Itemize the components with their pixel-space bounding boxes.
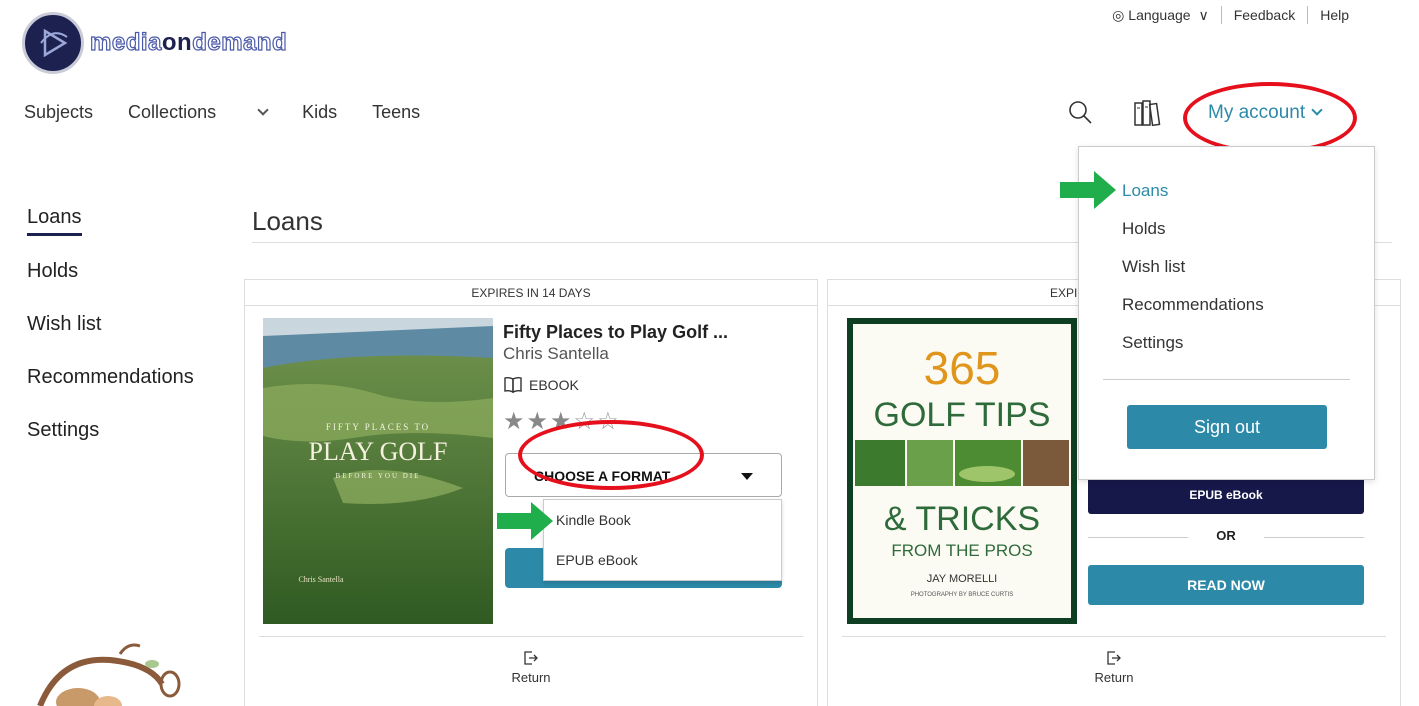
feedback-link[interactable]: Feedback [1220,6,1307,24]
cover-line1: FIFTY PLACES TO [326,422,430,432]
return-button[interactable]: Return [245,650,817,685]
main-nav: Subjects Collections Kids Teens [24,102,455,123]
return-icon [524,651,538,665]
book-cover[interactable]: FIFTY PLACES TO PLAY GOLF BEFORE YOU DIE… [263,318,493,624]
format-option-epub[interactable]: EPUB eBook [544,540,781,580]
sign-out-button[interactable]: Sign out [1127,405,1327,449]
chevron-down-icon [257,104,269,116]
cover-line6: PHOTOGRAPHY BY BRUCE CURTIS [911,592,1014,598]
divider [842,636,1386,637]
divider [1103,379,1350,380]
star-filled-icon[interactable]: ★ [503,408,527,435]
sidebar-item-wish-list[interactable]: Wish list [27,313,101,336]
cover-line2: GOLF TIPS [874,396,1051,434]
sidebar-item-loans[interactable]: Loans [27,206,82,236]
sidebar-item-settings[interactable]: Settings [27,419,99,442]
cover-line5: JAY MORELLI [927,573,998,585]
search-icon[interactable] [1068,100,1092,124]
nav-kids[interactable]: Kids [302,102,337,123]
cover-line3: & TRICKS [884,500,1040,538]
account-dropdown: Loans Holds Wish list Recommendations Se… [1078,146,1375,480]
or-separator: OR [1088,528,1364,546]
annotation-circle-account [1183,82,1357,154]
return-icon [1107,651,1121,665]
green-arrow-icon [1060,171,1116,209]
account-menu-recommendations[interactable]: Recommendations [1122,295,1264,315]
epub-download-button[interactable]: EPUB eBook [1088,476,1364,514]
cover-line3: BEFORE YOU DIE [336,472,421,480]
format-options-menu: Kindle Book EPUB eBook [543,499,782,581]
loan-card: EXPIRES IN 14 DAYS FIFTY PLACES TO PLAY … [244,279,818,706]
globe-icon: ◎ [1112,7,1125,23]
sidebar-item-holds[interactable]: Holds [27,260,78,283]
nav-subjects[interactable]: Subjects [24,102,93,123]
caret-down-icon [741,473,753,480]
language-menu[interactable]: ◎ Language ∨ [1100,6,1221,24]
sidebar-item-recommendations[interactable]: Recommendations [27,366,194,389]
account-menu-wish-list[interactable]: Wish list [1122,257,1185,277]
chevron-down-icon: ∨ [1198,7,1209,23]
account-menu-loans[interactable]: Loans [1122,181,1168,201]
return-button[interactable]: Return [828,650,1400,685]
cover-author: Chris Santella [298,575,344,584]
read-now-button[interactable]: READ NOW [1088,565,1364,605]
help-link[interactable]: Help [1307,6,1361,24]
account-menu-settings[interactable]: Settings [1122,333,1183,353]
page-title: Loans [252,206,323,236]
book-cover[interactable]: 365 GOLF TIPS & TRICKS FROM THE PROS JAY… [847,318,1077,624]
nav-collections[interactable]: Collections [128,102,269,123]
nav-teens[interactable]: Teens [372,102,420,123]
green-arrow-icon [497,502,553,540]
cover-line1: 365 [924,342,1001,394]
site-logo[interactable]: mediaondemand [22,12,287,74]
expiry-label: EXPIRES IN 14 DAYS [245,280,817,306]
play-logo-icon [22,12,84,74]
divider [259,636,803,637]
annotation-circle-format [518,420,704,490]
book-title[interactable]: Fifty Places to Play Golf ... [503,322,728,343]
open-book-icon [504,376,522,394]
account-menu-holds[interactable]: Holds [1122,219,1165,239]
book-author[interactable]: Chris Santella [503,344,609,364]
logo-wordmark: mediaondemand [89,28,288,56]
utility-nav: ◎ Language ∨ Feedback Help [1100,6,1361,24]
cover-line2: PLAY GOLF [309,437,448,466]
bookshelf-icon[interactable] [1133,98,1163,128]
cover-line4: FROM THE PROS [891,541,1032,560]
account-sidebar: Loans Holds Wish list Recommendations Se… [0,192,230,480]
format-label: EBOOK [503,376,579,394]
acorn-decoration-icon [37,643,181,706]
format-option-kindle[interactable]: Kindle Book [544,500,781,540]
